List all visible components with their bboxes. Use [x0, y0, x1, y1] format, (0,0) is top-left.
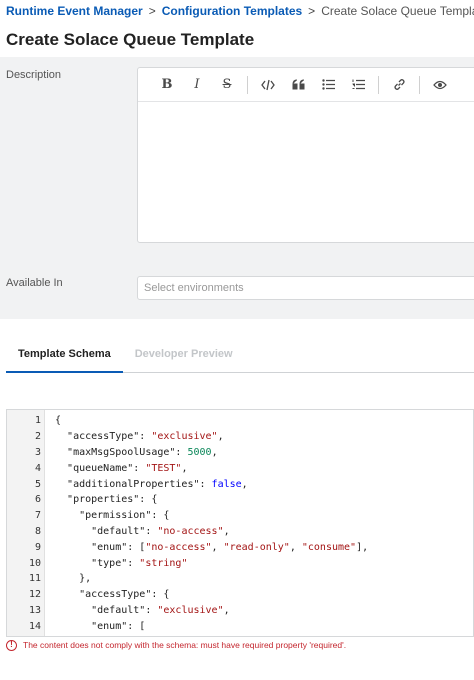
code-text: "additionalProperties": false, — [67, 478, 248, 490]
code-lines: 1{2 "accessType": "exclusive", 3 "maxMsgS… — [7, 413, 473, 634]
strikethrough-icon[interactable]: S — [212, 70, 242, 100]
code-text: "type": "string" — [91, 557, 188, 569]
quote-icon[interactable] — [283, 70, 313, 100]
breadcrumb-separator-icon: > — [148, 4, 156, 18]
line-number: 7 — [34, 510, 41, 522]
code-text: "maxMsgSpoolUsage": 5000, — [67, 446, 218, 458]
line-number: 8 — [34, 525, 41, 537]
template-form: Description B I S Available In Select en… — [0, 57, 474, 319]
line-number: 11 — [28, 573, 41, 585]
code-text: "enum": ["no-access", "read-only", "cons… — [91, 541, 369, 553]
preview-eye-icon[interactable] — [425, 70, 455, 100]
code-line: 14 "enum": [ — [7, 618, 473, 634]
line-number: 14 — [28, 620, 41, 632]
available-in-label: Available In — [6, 277, 63, 289]
code-text: "permission": { — [79, 510, 170, 522]
code-line: 4 "queueName": "TEST", — [7, 460, 473, 476]
breadcrumb-current: Create Solace Queue Template — [321, 4, 474, 18]
breadcrumb-separator-icon: > — [308, 4, 316, 18]
breadcrumb-runtime-event-manager[interactable]: Runtime Event Manager — [6, 4, 143, 18]
line-number: 10 — [28, 557, 41, 569]
line-number: 5 — [34, 478, 41, 490]
breadcrumb: Runtime Event Manager > Configuration Te… — [6, 4, 474, 18]
code-text: "properties": { — [67, 494, 158, 506]
error-message: The content does not comply with the sch… — [23, 640, 347, 650]
line-number: 6 — [34, 494, 41, 506]
environments-select[interactable]: Select environments — [137, 276, 474, 300]
line-number: 2 — [34, 431, 41, 443]
italic-icon[interactable]: I — [182, 70, 212, 100]
toolbar-divider — [419, 75, 420, 94]
code-text: "default": "exclusive", — [91, 604, 230, 616]
code-line: 1{ — [7, 413, 473, 429]
line-number: 4 — [34, 462, 41, 474]
code-line: 12 "accessType": { — [7, 587, 473, 603]
line-number: 1 — [34, 415, 41, 427]
description-textarea[interactable] — [138, 102, 474, 242]
code-text: "accessType": "exclusive", — [67, 431, 224, 443]
code-line: 10 "type": "string" — [7, 555, 473, 571]
validation-error: ! The content does not comply with the s… — [6, 637, 474, 653]
code-icon[interactable] — [253, 70, 283, 100]
description-label: Description — [6, 69, 62, 81]
code-line: 2 "accessType": "exclusive", — [7, 429, 473, 445]
schema-code-editor[interactable]: 1{2 "accessType": "exclusive", 3 "maxMsgS… — [6, 409, 474, 637]
link-icon[interactable] — [384, 70, 414, 100]
code-line: 9 "enum": ["no-access", "read-only", "co… — [7, 539, 473, 555]
line-number: 13 — [28, 604, 41, 616]
code-text: "accessType": { — [79, 589, 170, 601]
toolbar-divider — [247, 75, 248, 94]
code-text: "enum": [ — [91, 620, 146, 632]
editor-toolbar: B I S — [138, 68, 474, 102]
schema-tabs: Template Schema Developer Preview — [6, 345, 474, 373]
code-text: "queueName": "TEST", — [67, 462, 188, 474]
numbered-list-icon[interactable] — [343, 70, 373, 100]
code-line: 5 "additionalProperties": false, — [7, 476, 473, 492]
breadcrumb-configuration-templates[interactable]: Configuration Templates — [162, 4, 302, 18]
code-line: 8 "default": "no-access", — [7, 524, 473, 540]
code-line: 7 "permission": { — [7, 508, 473, 524]
line-number: 12 — [28, 589, 41, 601]
toolbar-divider — [378, 75, 379, 94]
description-editor: B I S — [137, 67, 474, 243]
bold-icon[interactable]: B — [152, 70, 182, 100]
code-text: { — [55, 415, 62, 427]
code-line: 3 "maxMsgSpoolUsage": 5000, — [7, 445, 473, 461]
line-number: 3 — [34, 446, 41, 458]
error-circle-icon: ! — [6, 639, 17, 651]
code-text: }, — [55, 573, 92, 585]
line-number: 9 — [34, 541, 41, 553]
code-line: 6 "properties": { — [7, 492, 473, 508]
code-line: 11 }, — [7, 571, 473, 587]
tab-template-schema[interactable]: Template Schema — [6, 345, 123, 373]
bullet-list-icon[interactable] — [313, 70, 343, 100]
page-title: Create Solace Queue Template — [6, 30, 255, 49]
tab-developer-preview[interactable]: Developer Preview — [123, 345, 245, 373]
code-text: "default": "no-access", — [91, 525, 230, 537]
code-line: 13 "default": "exclusive", — [7, 603, 473, 619]
